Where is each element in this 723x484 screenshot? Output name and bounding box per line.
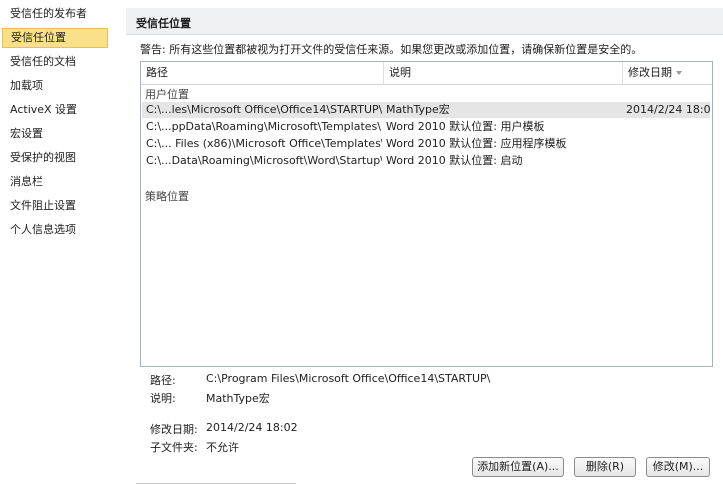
sidebar-item-trusted-documents[interactable]: 受信任的文档 [2,52,108,72]
cell-description: Word 2010 默认位置: 应用程序模板 [386,137,567,150]
warning-text: 警告: 所有这些位置都被视为打开文件的受信任来源。如果您更改或添加位置，请确保新… [140,43,643,56]
detail-description-label: 说明: [150,392,176,405]
cell-description: Word 2010 默认位置: 启动 [386,154,523,167]
cell-path: C:\...les\Microsoft Office\Office14\STAR… [146,103,382,116]
table-row[interactable]: C:\...les\Microsoft Office\Office14\STAR… [142,102,710,118]
table-row[interactable]: C:\...Data\Roaming\Microsoft\Word\Startu… [142,153,710,169]
table-row[interactable]: C:\... Files (x86)\Microsoft Office\Temp… [142,136,710,152]
modify-button[interactable]: 修改(M)... [646,457,710,477]
cell-path: C:\...Data\Roaming\Microsoft\Word\Startu… [146,154,382,167]
sidebar-item-protected-view[interactable]: 受保护的视图 [2,148,108,168]
column-header-date[interactable]: 修改日期 [623,62,712,84]
column-header-path-label: 路径 [146,66,168,79]
section-header: 受信任位置 [126,8,723,35]
sidebar-item-message-bar[interactable]: 消息栏 [2,172,108,192]
table-row[interactable]: C:\...ppData\Roaming\Microsoft\Templates… [142,119,710,135]
detail-subfolders-value: 不允许 [206,441,239,454]
sidebar-item-macro-settings[interactable]: 宏设置 [2,124,108,144]
detail-subfolders-label: 子文件夹: [150,441,198,454]
section-title: 受信任位置 [136,17,191,30]
sidebar-item-add-ins[interactable]: 加载项 [2,76,108,96]
detail-date-value: 2014/2/24 18:02 [206,421,298,434]
detail-path-label: 路径: [150,374,176,387]
sort-descending-icon [676,71,682,75]
main-panel: 受信任位置 警告: 所有这些位置都被视为打开文件的受信任来源。如果您更改或添加位… [126,0,723,484]
cell-path: C:\... Files (x86)\Microsoft Office\Temp… [146,137,382,150]
sidebar-item-activex-settings[interactable]: ActiveX 设置 [2,100,108,120]
cell-date [626,153,710,169]
trusted-locations-list[interactable]: 路径 说明 修改日期 用户位置 C:\...les\Microsoft Offi… [140,61,713,367]
cell-description: Word 2010 默认位置: 用户模板 [386,120,545,133]
column-header-description-label: 说明 [389,66,411,79]
sidebar-item-trusted-locations[interactable]: 受信任位置 [2,28,108,48]
column-header-date-label: 修改日期 [628,66,672,79]
column-header-description[interactable]: 说明 [384,62,622,84]
sidebar-item-privacy-options[interactable]: 个人信息选项 [2,220,108,240]
sidebar: 受信任的发布者 受信任位置 受信任的文档 加载项 ActiveX 设置 宏设置 … [0,0,113,484]
cell-description: MathType宏 [386,103,450,116]
cell-date [626,119,710,135]
group-label-policy-locations: 策略位置 [145,190,189,203]
column-header-path[interactable]: 路径 [141,62,383,84]
group-label-user-locations: 用户位置 [145,88,189,101]
sidebar-gap [112,0,126,484]
add-new-location-button[interactable]: 添加新位置(A)... [472,457,564,477]
sidebar-item-file-block-settings[interactable]: 文件阻止设置 [2,196,108,216]
remove-button[interactable]: 删除(R) [574,457,636,477]
cell-path: C:\...ppData\Roaming\Microsoft\Templates… [146,120,381,133]
cell-date: 2014/2/24 18:02 [626,103,710,116]
list-header: 路径 说明 修改日期 [141,62,712,85]
detail-date-label: 修改日期: [150,423,198,436]
cell-date [626,136,710,152]
detail-description-value: MathType宏 [206,392,270,405]
sidebar-item-trusted-publishers[interactable]: 受信任的发布者 [2,4,108,24]
detail-path-value: C:\Program Files\Microsoft Office\Office… [206,372,491,385]
